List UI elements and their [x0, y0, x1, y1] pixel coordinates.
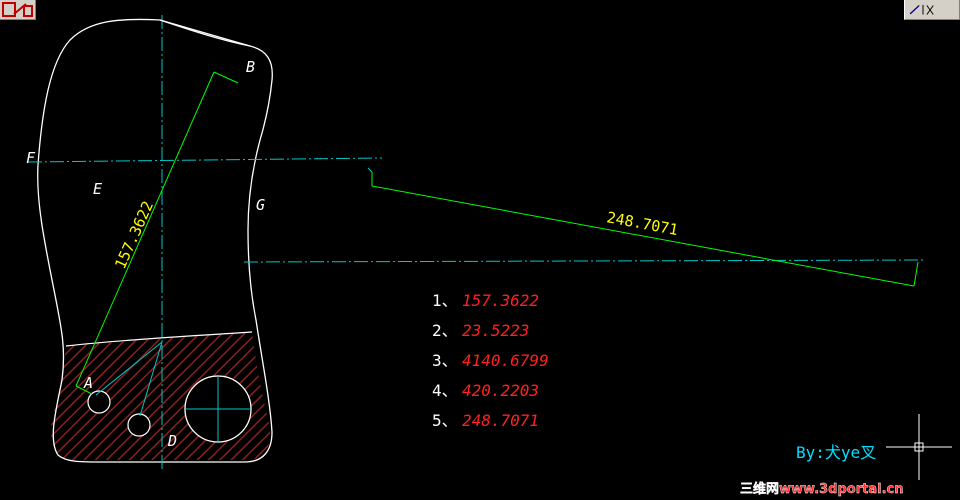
result-value: 157.3622	[462, 291, 539, 310]
result-item: 2、 23.5223	[432, 321, 529, 340]
diagonal-dimension-text: 157.3622	[111, 198, 157, 271]
result-item: 3、 4140.6799	[432, 351, 549, 370]
label-b: B	[246, 58, 255, 76]
result-index: 2、	[432, 321, 458, 340]
hole-d	[127, 413, 151, 437]
crosshair-cursor-icon	[886, 414, 952, 480]
label-a: A	[83, 374, 93, 392]
hole-a	[87, 390, 111, 414]
result-value: 23.5223	[462, 321, 529, 340]
result-item: 1、 157.3622	[432, 291, 539, 310]
result-index: 4、	[432, 381, 458, 400]
result-item: 4、 420.2203	[432, 381, 539, 400]
cad-canvas[interactable]: 157.3622 248.7071 B F E G A D 1、 157.362…	[0, 0, 960, 500]
edge-line-b	[159, 19, 251, 47]
label-f: F	[26, 149, 36, 167]
result-value: 420.2203	[462, 381, 539, 400]
result-index: 1、	[432, 291, 458, 310]
results-list: 1、 157.3622 2、 23.5223 3、 4140.6799 4、 4…	[432, 291, 549, 430]
label-g: G	[256, 196, 265, 214]
label-e: E	[93, 180, 102, 198]
result-index: 3、	[432, 351, 458, 370]
result-item: 5、 248.7071	[432, 411, 539, 430]
watermark-text: 三维网www.3dportal.cn	[740, 481, 903, 497]
signature-text: By:犬ye叉	[796, 443, 876, 462]
result-value: 248.7071	[462, 411, 539, 430]
toolbar-dimension-icon[interactable]	[904, 0, 960, 20]
offset-dimension-text: 248.7071	[605, 208, 679, 239]
result-value: 4140.6799	[462, 351, 549, 370]
label-d: D	[167, 432, 177, 450]
result-index: 5、	[432, 411, 458, 430]
toolbar-tool-icon[interactable]	[0, 0, 36, 20]
